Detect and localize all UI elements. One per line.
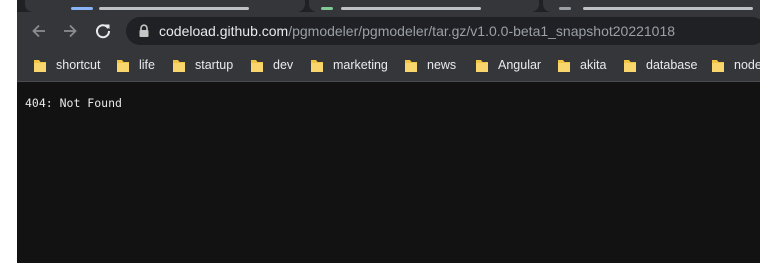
bookmark-node[interactable]: node [711, 56, 760, 74]
error-message: 404: Not Found [25, 96, 122, 110]
url-text[interactable]: codeload.github.com/pgmodeler/pgmodeler/… [159, 23, 675, 39]
tab-1[interactable] [25, 0, 305, 12]
lock-icon[interactable] [138, 24, 150, 38]
forward-button[interactable] [58, 19, 82, 43]
folder-icon [404, 58, 418, 73]
bookmark-life[interactable]: life [116, 56, 155, 74]
folder-icon [116, 58, 130, 73]
bookmark-label: marketing [333, 58, 388, 72]
folder-icon [310, 58, 324, 73]
tab-strip [17, 0, 760, 12]
bookmarks-bar: shortcut life startup dev marketing news… [17, 50, 760, 82]
reload-icon [96, 24, 111, 39]
left-edge [0, 0, 17, 263]
url-host: codeload.github.com [159, 23, 289, 39]
bookmark-label: database [646, 58, 698, 72]
bookmark-label: Angular [498, 58, 542, 72]
arrow-right-icon [64, 24, 77, 38]
bookmark-database[interactable]: database [623, 56, 697, 74]
bookmark-label: startup [195, 58, 234, 72]
bookmark-shortcut[interactable]: shortcut [33, 56, 100, 74]
address-bar[interactable]: codeload.github.com/pgmodeler/pgmodeler/… [126, 17, 760, 45]
url-path: /pgmodeler/pgmodeler/tar.gz/v1.0.0-beta1… [288, 23, 676, 39]
bookmark-label: shortcut [56, 58, 101, 72]
folder-icon [172, 58, 186, 73]
reload-button[interactable] [91, 19, 115, 43]
bookmark-label: node [734, 58, 760, 72]
arrow-left-icon [32, 24, 45, 38]
bookmark-news[interactable]: news [404, 56, 456, 74]
folder-icon [250, 58, 264, 73]
back-button[interactable] [27, 19, 51, 43]
folder-icon [711, 58, 725, 73]
bookmark-label: news [427, 58, 457, 72]
bookmark-akita[interactable]: akita [557, 56, 606, 74]
browser-toolbar: codeload.github.com/pgmodeler/pgmodeler/… [17, 12, 760, 50]
tab-active[interactable] [543, 0, 760, 12]
bookmark-label: akita [580, 58, 607, 72]
page-content: 404: Not Found [17, 82, 760, 263]
bookmark-label: life [139, 58, 155, 72]
bookmark-startup[interactable]: startup [172, 56, 233, 74]
bookmark-dev[interactable]: dev [250, 56, 293, 74]
tab-2[interactable] [309, 0, 539, 12]
bookmark-label: dev [273, 58, 294, 72]
folder-icon [557, 58, 571, 73]
bookmark-marketing[interactable]: marketing [310, 56, 388, 74]
folder-icon [623, 58, 637, 73]
folder-icon [33, 58, 47, 73]
folder-icon [475, 58, 489, 73]
bookmark-angular[interactable]: Angular [475, 56, 541, 74]
